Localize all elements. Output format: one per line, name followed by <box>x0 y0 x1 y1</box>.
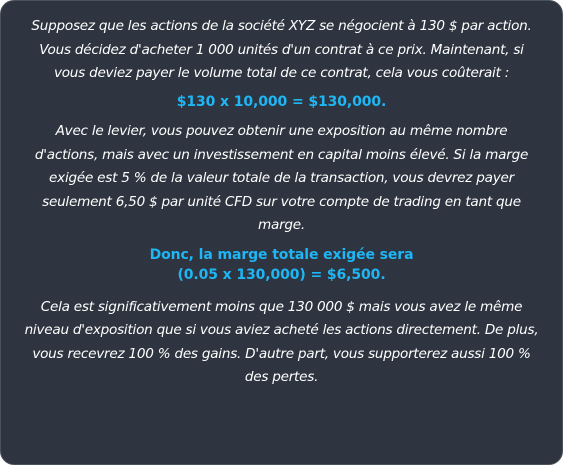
intro-paragraph: Supposez que les actions de la société X… <box>31 18 532 81</box>
leverage-paragraph: Avec le levier, vous pouvez obtenir une … <box>34 123 529 233</box>
margin-formula-value: (0.05 x 130,000) = $6,500. <box>177 267 386 283</box>
conclusion-paragraph: Cela est significativement moins que 130… <box>24 298 539 386</box>
info-card: Supposez que les actions de la société X… <box>0 0 563 465</box>
margin-formula-block: Donc, la marge totale exigée sera (0.05 … <box>23 245 540 286</box>
margin-formula-label: Donc, la marge totale exigée sera <box>149 246 414 263</box>
total-cost-formula: $130 x 10,000 = $130,000. <box>176 93 387 110</box>
